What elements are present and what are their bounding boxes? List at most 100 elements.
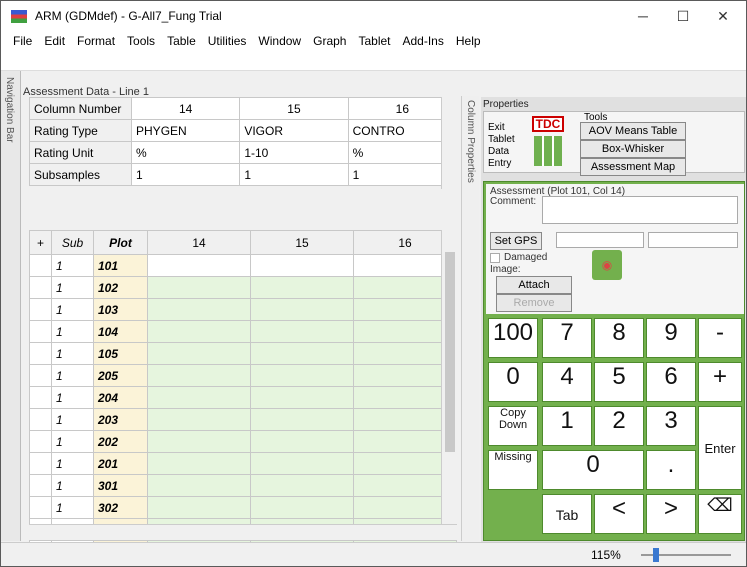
- key-left[interactable]: <: [594, 494, 644, 534]
- copy-down-key[interactable]: Copy Down: [488, 406, 538, 446]
- horizontal-scrollbar[interactable]: [29, 524, 457, 540]
- key-8[interactable]: 8: [594, 318, 644, 358]
- key-plus[interactable]: +: [698, 362, 742, 402]
- attach-button[interactable]: Attach: [496, 276, 572, 294]
- value-cell[interactable]: [147, 276, 251, 299]
- value-cell[interactable]: [250, 276, 354, 299]
- rating-type-select[interactable]: PHYGEN: [131, 119, 241, 142]
- assessment-map-button[interactable]: Assessment Map: [580, 158, 686, 176]
- damaged-checkbox[interactable]: [490, 253, 500, 263]
- value-cell[interactable]: [147, 364, 251, 387]
- close-button[interactable]: ✕: [703, 5, 743, 27]
- key-100-arrow[interactable]: 100: [488, 318, 538, 358]
- value-cell[interactable]: [147, 496, 251, 519]
- value-cell[interactable]: [147, 430, 251, 453]
- value-cell[interactable]: [147, 452, 251, 475]
- table-row[interactable]: 1 105: [29, 342, 457, 365]
- maximize-button[interactable]: ☐: [663, 5, 703, 27]
- key-dot[interactable]: .: [646, 450, 696, 490]
- value-cell[interactable]: [147, 408, 251, 431]
- tab-key[interactable]: Tab: [542, 494, 592, 534]
- header-scrollbar[interactable]: [441, 97, 457, 189]
- backspace-key[interactable]: ⌫: [698, 494, 742, 534]
- rating-unit-select[interactable]: %: [131, 141, 241, 164]
- key-4[interactable]: 4: [542, 362, 592, 402]
- table-row[interactable]: 1 302: [29, 496, 457, 519]
- menu-graph[interactable]: Graph: [307, 31, 352, 51]
- value-cell[interactable]: [250, 474, 354, 497]
- value-cell[interactable]: [147, 320, 251, 343]
- gps-latitude-field[interactable]: [556, 232, 644, 248]
- value-cell[interactable]: [147, 254, 251, 277]
- key-5[interactable]: 5: [594, 362, 644, 402]
- value-cell[interactable]: [250, 408, 354, 431]
- value-cell[interactable]: [250, 386, 354, 409]
- scroll-thumb[interactable]: [445, 252, 455, 452]
- expand-header[interactable]: +: [29, 230, 52, 255]
- rating-type-select[interactable]: VIGOR: [239, 119, 349, 142]
- aov-means-table-button[interactable]: AOV Means Table: [580, 122, 686, 140]
- value-cell[interactable]: [250, 342, 354, 365]
- value-cell[interactable]: [250, 364, 354, 387]
- table-row[interactable]: 1 104: [29, 320, 457, 343]
- value-cell[interactable]: [147, 342, 251, 365]
- key-9[interactable]: 9: [646, 318, 696, 358]
- box-whisker-button[interactable]: Box-Whisker: [580, 140, 686, 158]
- menu-window[interactable]: Window: [252, 31, 307, 51]
- zoom-slider-thumb[interactable]: [653, 548, 659, 562]
- missing-key[interactable]: Missing: [488, 450, 538, 490]
- table-row[interactable]: 1 102: [29, 276, 457, 299]
- menu-tablet[interactable]: Tablet: [352, 31, 396, 51]
- column-properties-bar[interactable]: Column Properties: [461, 96, 479, 541]
- camera-icon[interactable]: ◉: [592, 250, 622, 280]
- menu-edit[interactable]: Edit: [38, 31, 71, 51]
- gps-longitude-field[interactable]: [648, 232, 738, 248]
- menu-addins[interactable]: Add-Ins: [397, 31, 450, 51]
- key-right[interactable]: >: [646, 494, 696, 534]
- exit-label[interactable]: Exit: [488, 122, 505, 133]
- key-0[interactable]: 0: [542, 450, 644, 490]
- value-cell[interactable]: [250, 320, 354, 343]
- value-cell[interactable]: [250, 452, 354, 475]
- data-label[interactable]: Data: [488, 146, 509, 157]
- table-row[interactable]: 1 101: [29, 254, 457, 277]
- entry-label[interactable]: Entry: [488, 158, 511, 169]
- value-cell[interactable]: [250, 496, 354, 519]
- table-row[interactable]: 1 205: [29, 364, 457, 387]
- key-1[interactable]: 1: [542, 406, 592, 446]
- table-row[interactable]: 1 301: [29, 474, 457, 497]
- tablet-label[interactable]: Tablet: [488, 134, 515, 145]
- comment-input[interactable]: [542, 196, 738, 224]
- key-7[interactable]: 7: [542, 318, 592, 358]
- value-cell[interactable]: [147, 386, 251, 409]
- key-6[interactable]: 6: [646, 362, 696, 402]
- key-2[interactable]: 2: [594, 406, 644, 446]
- table-row[interactable]: 1 202: [29, 430, 457, 453]
- remove-button[interactable]: Remove: [496, 294, 572, 312]
- enter-key[interactable]: Enter: [698, 406, 742, 490]
- table-row[interactable]: 1 203: [29, 408, 457, 431]
- value-cell[interactable]: [147, 298, 251, 321]
- minimize-button[interactable]: ─: [623, 5, 663, 27]
- menu-file[interactable]: File: [1, 31, 38, 51]
- menu-utilities[interactable]: Utilities: [202, 31, 253, 51]
- key-3[interactable]: 3: [646, 406, 696, 446]
- menu-tools[interactable]: Tools: [121, 31, 161, 51]
- key-minus[interactable]: -: [698, 318, 742, 358]
- value-cell[interactable]: [147, 474, 251, 497]
- menu-help[interactable]: Help: [450, 31, 487, 51]
- tdc-logo[interactable]: TDC: [532, 116, 564, 132]
- key-0-arrow[interactable]: 0: [488, 362, 538, 402]
- table-row[interactable]: 1 103: [29, 298, 457, 321]
- table-row[interactable]: 1 204: [29, 386, 457, 409]
- value-cell[interactable]: [250, 254, 354, 277]
- menu-format[interactable]: Format: [71, 31, 121, 51]
- value-cell[interactable]: [250, 298, 354, 321]
- subsamples-cell[interactable]: 1: [131, 163, 241, 186]
- data-grid-scrollbar[interactable]: [441, 230, 457, 526]
- rating-unit-select[interactable]: 1-10: [239, 141, 349, 164]
- menu-table[interactable]: Table: [161, 31, 202, 51]
- table-row[interactable]: 1 201: [29, 452, 457, 475]
- subsamples-cell[interactable]: 1: [239, 163, 349, 186]
- navigation-bar[interactable]: Navigation Bar: [1, 71, 21, 541]
